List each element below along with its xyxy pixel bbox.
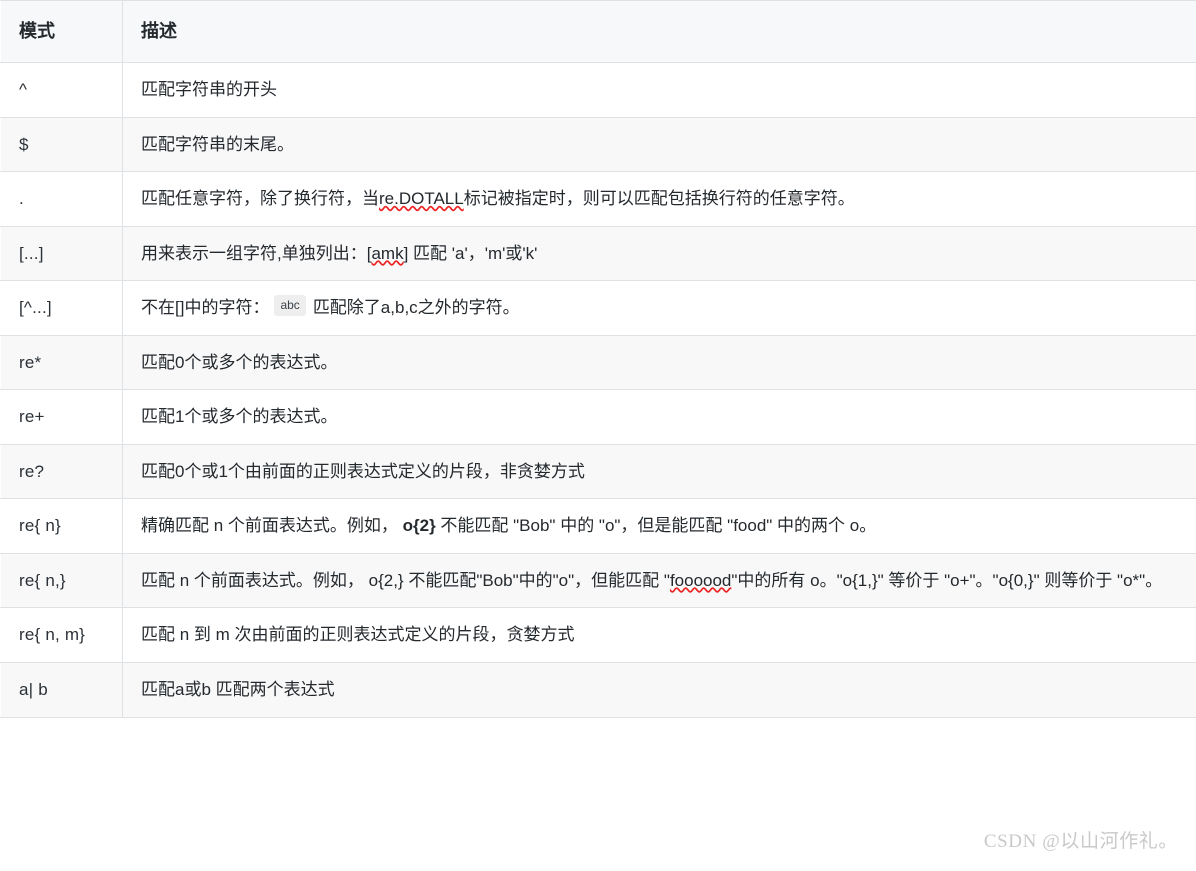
table-row: re+ 匹配1个或多个的表达式。 — [0, 389, 1196, 445]
description-text: "中的所有 o。"o{1,}" 等价于 "o+"。"o{0,}" 则等价于 "o… — [731, 570, 1163, 590]
inline-code-chip: abc — [274, 295, 306, 317]
column-header-description: 描述 — [122, 0, 1196, 64]
description-cell: 匹配0个或多个的表达式。 — [122, 334, 1196, 391]
description-cell: 不在[]中的字符： abc 匹配除了a,b,c之外的字符。 — [122, 280, 1196, 336]
description-text: 用来表示一组字符,单独列出：[ — [141, 243, 372, 263]
description-text: 匹配任意字符，除了换行符，当 — [141, 189, 379, 209]
description-cell: 用来表示一组字符,单独列出：[amk] 匹配 'a'，'m'或'k' — [122, 225, 1196, 282]
table-row: ^ 匹配字符串的开头 — [0, 62, 1196, 118]
description-cell: 匹配 n 到 m 次由前面的正则表达式定义的片段，贪婪方式 — [122, 607, 1196, 663]
spellcheck-underlined-token: amk — [371, 243, 404, 263]
description-text: ] 匹配 'a'，'m'或'k' — [403, 243, 538, 263]
description-text: 匹配 n 个前面表达式。例如， o{2,} 不能匹配"Bob"中的"o"，但能匹… — [141, 570, 670, 590]
table-row: re? 匹配0个或1个由前面的正则表达式定义的片段，非贪婪方式 — [0, 443, 1196, 500]
table-row: a| b 匹配a或b 匹配两个表达式 — [0, 662, 1196, 718]
description-text: 匹配除了a,b,c之外的字符。 — [312, 298, 520, 318]
table-row: re* 匹配0个或多个的表达式。 — [0, 334, 1196, 391]
description-cell: 匹配任意字符，除了换行符，当re.DOTALL标记被指定时，则可以匹配包括换行符… — [122, 171, 1196, 227]
emphasized-token: o{2} — [402, 516, 436, 536]
description-cell: 匹配1个或多个的表达式。 — [122, 389, 1196, 445]
pattern-cell: re* — [0, 334, 123, 391]
description-cell: 匹配字符串的开头 — [122, 62, 1196, 118]
table-row: [...] 用来表示一组字符,单独列出：[amk] 匹配 'a'，'m'或'k' — [0, 225, 1196, 282]
pattern-cell: [^...] — [0, 280, 123, 336]
table-row: . 匹配任意字符，除了换行符，当re.DOTALL标记被指定时，则可以匹配包括换行… — [0, 171, 1196, 227]
pattern-cell: re? — [0, 443, 123, 500]
description-cell: 匹配a或b 匹配两个表达式 — [122, 662, 1196, 718]
table-header: 模式 描述 — [0, 0, 1196, 64]
description-text: 不能匹配 "Bob" 中的 "o"，但是能匹配 "food" 中的两个 o。 — [435, 516, 877, 536]
pattern-cell: re{ n} — [0, 498, 123, 554]
description-text: 标记被指定时，则可以匹配包括换行符的任意字符。 — [463, 189, 855, 209]
table-row: re{ n} 精确匹配 n 个前面表达式。例如， o{2} 不能匹配 "Bob" … — [0, 498, 1196, 554]
pattern-cell: re{ n, m} — [0, 607, 123, 663]
description-cell: 精确匹配 n 个前面表达式。例如， o{2} 不能匹配 "Bob" 中的 "o"… — [122, 498, 1196, 554]
spellcheck-underlined-token: foooood — [669, 570, 732, 590]
pattern-cell: re+ — [0, 389, 123, 445]
description-cell: 匹配字符串的末尾。 — [122, 116, 1196, 173]
pattern-cell: re{ n,} — [0, 552, 123, 609]
pattern-cell: [...] — [0, 225, 123, 282]
table-row: [^...] 不在[]中的字符： abc 匹配除了a,b,c之外的字符。 — [0, 280, 1196, 336]
description-cell: 匹配 n 个前面表达式。例如， o{2,} 不能匹配"Bob"中的"o"，但能匹… — [122, 552, 1196, 609]
pattern-cell: a| b — [0, 662, 123, 718]
table-row: $ 匹配字符串的末尾。 — [0, 116, 1196, 173]
table-row: re{ n,} 匹配 n 个前面表达式。例如， o{2,} 不能匹配"Bob"中的… — [0, 552, 1196, 609]
description-cell: 匹配0个或1个由前面的正则表达式定义的片段，非贪婪方式 — [122, 443, 1196, 500]
table-header-row: 模式 描述 — [0, 0, 1196, 64]
table-body: ^ 匹配字符串的开头 $ 匹配字符串的末尾。. 匹配任意字符，除了换行符，当re.DOT… — [0, 62, 1196, 718]
table-row: re{ n, m} 匹配 n 到 m 次由前面的正则表达式定义的片段，贪婪方式 — [0, 607, 1196, 663]
csdn-watermark: CSDN @以山河作礼。 — [983, 831, 1178, 852]
regex-syntax-table: 模式 描述 ^ 匹配字符串的开头 $ 匹配字符串的末尾。. 匹配任意字符，除了换行符，当… — [0, 0, 1196, 718]
pattern-cell: ^ — [0, 62, 123, 118]
description-text: 精确匹配 n 个前面表达式。例如， — [141, 516, 403, 536]
spellcheck-underlined-token: re.DOTALL — [379, 189, 464, 209]
description-text: 不在[]中的字符： — [141, 298, 270, 318]
pattern-cell: $ — [0, 116, 123, 173]
pattern-cell: . — [0, 171, 123, 227]
column-header-pattern: 模式 — [0, 0, 123, 64]
